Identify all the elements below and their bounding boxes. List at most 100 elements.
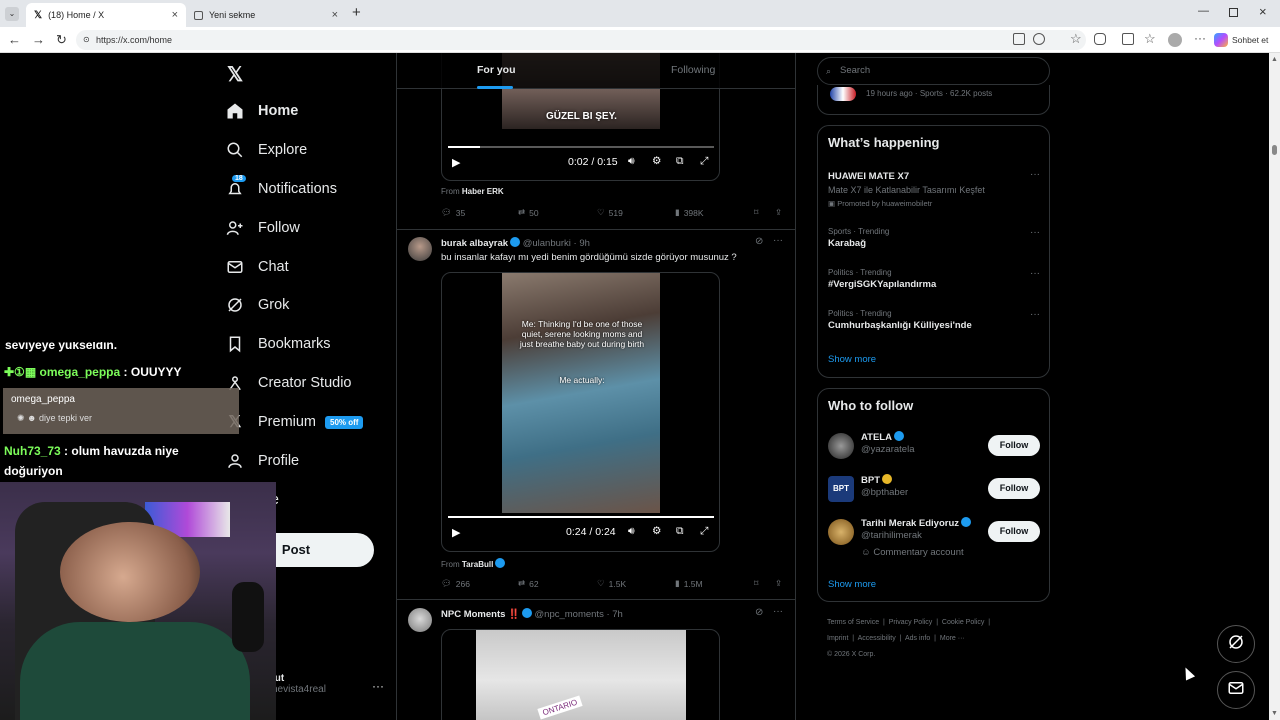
account-switcher[interactable]: lut hevista4real ···: [272, 673, 388, 703]
fullscreen-icon[interactable]: ⤢: [700, 155, 708, 168]
pip-icon[interactable]: ⧉: [676, 525, 684, 538]
url-input[interactable]: ⊙ https://x.com/home: [76, 30, 1086, 50]
nav-chat[interactable]: Chat: [226, 258, 289, 276]
follow-button[interactable]: Follow: [988, 435, 1040, 456]
grok-fab-button[interactable]: [1217, 625, 1255, 663]
play-icon[interactable]: ▶: [452, 156, 460, 169]
search-input[interactable]: ⌕ Search: [817, 57, 1050, 85]
like-button[interactable]: ♡ 519: [597, 207, 623, 218]
trend-more-icon[interactable]: ···: [1030, 169, 1040, 180]
share-button[interactable]: ⇪: [775, 578, 782, 589]
back-icon[interactable]: ←: [8, 32, 21, 47]
show-more-link[interactable]: Show more: [828, 579, 876, 590]
post2-author[interactable]: burak albayrak @ulanburki · 9h: [441, 237, 590, 249]
video-progress-bar[interactable]: [448, 516, 714, 518]
bookmark-button[interactable]: ⌑: [754, 207, 758, 218]
x-logo-icon[interactable]: 𝕏: [227, 62, 243, 87]
nav-follow[interactable]: Follow: [226, 219, 300, 237]
trend-item[interactable]: Sports · Trending Karabağ ···: [828, 227, 1040, 249]
play-icon[interactable]: ▶: [452, 526, 460, 539]
trend-more-icon[interactable]: ···: [1030, 309, 1040, 320]
grok-explain-icon[interactable]: ⊘: [755, 236, 763, 247]
trend-card-top[interactable]: 19 hours ago · Sports · 62.2K posts: [817, 85, 1050, 115]
source-link[interactable]: Haber ERK: [462, 187, 504, 196]
follow-button[interactable]: Follow: [988, 521, 1040, 542]
trend-more-icon[interactable]: ···: [1030, 227, 1040, 238]
repost-button[interactable]: ⇄ 62: [518, 578, 539, 589]
minimize-button[interactable]: —: [1198, 5, 1209, 17]
repost-button[interactable]: ⇄ 50: [518, 207, 539, 218]
trend-more-icon[interactable]: ···: [1030, 268, 1040, 279]
avatar[interactable]: [408, 237, 432, 261]
follow-button[interactable]: Follow: [988, 478, 1040, 499]
profile-avatar-icon[interactable]: [1168, 33, 1182, 47]
settings-icon[interactable]: ⚙︎: [652, 525, 661, 537]
volume-icon[interactable]: 🔊︎: [628, 525, 635, 538]
post2-video[interactable]: Me: Thinking I'd be one of those quiet, …: [441, 272, 720, 552]
footer-link[interactable]: Ads info: [905, 635, 930, 642]
settings-icon[interactable]: ⚙︎: [652, 155, 661, 167]
scrollbar-thumb[interactable]: [1272, 145, 1277, 155]
account-more-icon[interactable]: ···: [372, 679, 384, 693]
follow-suggestion[interactable]: ATELA @yazaratela Follow: [828, 431, 1040, 465]
tab-actions-button[interactable]: ⌄: [5, 7, 19, 21]
bookmark-button[interactable]: ⌑: [754, 578, 758, 589]
video-progress-bar[interactable]: [448, 146, 714, 148]
nav-bookmarks[interactable]: Bookmarks: [226, 335, 331, 353]
close-tab-icon[interactable]: ×: [332, 9, 338, 21]
trend-item-promoted[interactable]: HUAWEI MATE X7 Mate X7 ile Katlanabilir …: [828, 169, 1040, 208]
translate-icon[interactable]: [1033, 33, 1045, 45]
views-button[interactable]: ▮ 398K: [675, 207, 704, 218]
trend-item[interactable]: Politics · Trending Cumhurbaşkanlığı Kül…: [828, 309, 1040, 331]
footer-link[interactable]: Imprint: [827, 635, 848, 642]
reader-view-icon[interactable]: [1013, 33, 1025, 45]
tab-x-home[interactable]: 𝕏 (18) Home / X ×: [26, 3, 186, 27]
avatar[interactable]: [408, 608, 432, 632]
favorite-star-icon[interactable]: ☆: [1070, 31, 1082, 47]
favorites-icon[interactable]: ☆: [1144, 31, 1156, 47]
footer-link[interactable]: Accessibility: [858, 635, 896, 642]
tab-for-you[interactable]: For you: [477, 64, 516, 76]
extensions-icon[interactable]: [1094, 33, 1106, 45]
footer-link[interactable]: Terms of Service: [827, 619, 879, 626]
footer-link[interactable]: Cookie Policy: [942, 619, 984, 626]
source-link[interactable]: TaraBull: [462, 560, 493, 569]
views-button[interactable]: ▮ 1.5M: [675, 578, 703, 589]
like-button[interactable]: ♡ 1.5K: [597, 578, 626, 589]
copilot-button[interactable]: Sohbet et: [1214, 31, 1268, 49]
browser-menu-icon[interactable]: ···: [1194, 31, 1206, 45]
post3-author[interactable]: NPC Moments ‼️ @npc_moments · 7h: [441, 608, 623, 620]
split-screen-icon[interactable]: [1122, 33, 1134, 45]
forward-icon[interactable]: →: [32, 32, 45, 47]
refresh-icon[interactable]: ↻: [56, 32, 67, 48]
pip-icon[interactable]: ⧉: [676, 155, 684, 168]
messages-fab-button[interactable]: [1217, 671, 1255, 709]
volume-icon[interactable]: 🔊︎: [628, 155, 635, 168]
new-tab-button[interactable]: +: [352, 4, 361, 21]
post-more-icon[interactable]: ···: [773, 235, 783, 246]
nav-premium[interactable]: 𝕏 Premium 50% off: [226, 413, 364, 431]
nav-explore[interactable]: Explore: [226, 141, 307, 159]
scroll-down-arrow[interactable]: ▼: [1271, 710, 1278, 717]
follow-suggestion[interactable]: Tarihi Merak Ediyoruz @tarihilimerak ☺ C…: [828, 517, 1040, 563]
post-more-icon[interactable]: ···: [773, 606, 783, 617]
reply-button[interactable]: 💬︎ 35: [441, 207, 465, 218]
nav-home[interactable]: Home: [226, 102, 298, 120]
follow-suggestion[interactable]: BPT BPT @bpthaber Follow: [828, 474, 1040, 508]
nav-grok[interactable]: Grok: [226, 296, 289, 314]
share-button[interactable]: ⇪: [775, 207, 782, 218]
close-tab-icon[interactable]: ×: [172, 9, 178, 21]
trend-item[interactable]: Politics · Trending #VergiSGKYapılandırm…: [828, 268, 1040, 290]
close-window-button[interactable]: ×: [1259, 4, 1267, 19]
nav-creator-studio[interactable]: Creator Studio: [226, 374, 352, 392]
tab-following[interactable]: Following: [671, 64, 715, 76]
grok-explain-icon[interactable]: ⊘: [755, 607, 763, 618]
reply-button[interactable]: 💬︎ 266: [441, 578, 470, 589]
scroll-up-arrow[interactable]: ▲: [1271, 56, 1278, 63]
page-scrollbar[interactable]: ▲ ▼: [1269, 53, 1280, 720]
nav-notifications[interactable]: 18 Notifications: [226, 175, 337, 198]
site-info-icon[interactable]: ⊙: [83, 30, 90, 50]
fullscreen-icon[interactable]: ⤢: [700, 525, 708, 538]
restore-button[interactable]: [1229, 8, 1238, 17]
tab-new-tab[interactable]: Yeni sekme ×: [186, 3, 346, 27]
